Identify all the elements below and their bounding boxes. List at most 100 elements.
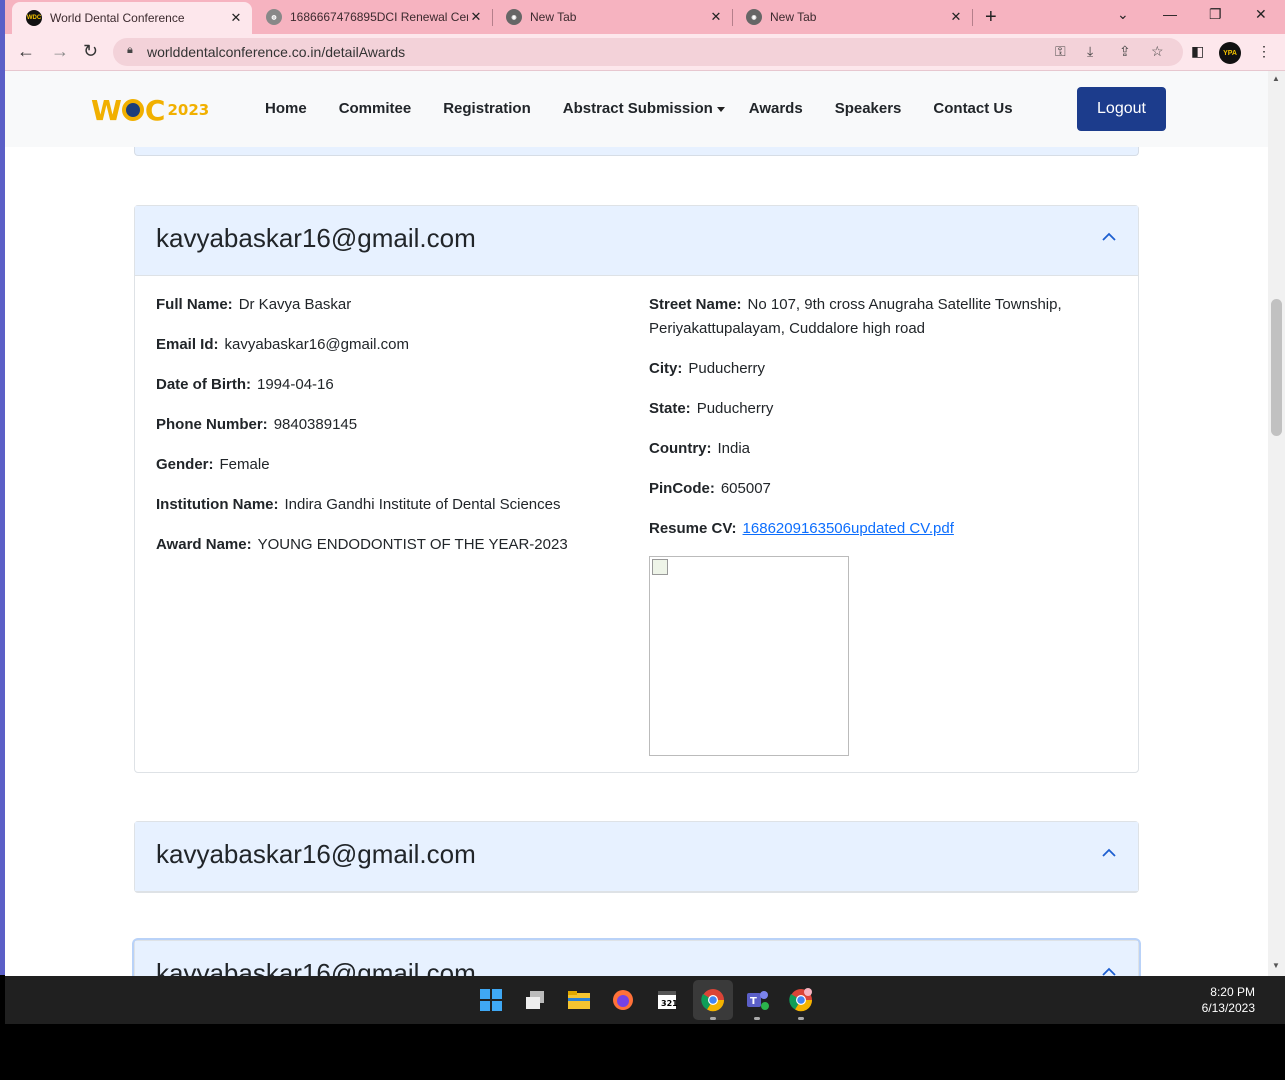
logo-year: 2023 (167, 101, 210, 119)
tab-title: New Tab (770, 10, 817, 24)
award-entry-card: kavyabaskar16@gmail.com (134, 821, 1139, 893)
bookmark-star-icon[interactable]: ☆ (1151, 43, 1164, 60)
scroll-down-arrow-icon[interactable]: ▼ (1272, 961, 1280, 970)
pincode-field: PinCode: 605007 (649, 477, 771, 501)
svg-text:T: T (750, 996, 757, 1007)
windows-start-icon[interactable] (478, 987, 504, 1013)
key-icon[interactable]: ⚿ (1055, 43, 1066, 60)
profile-avatar[interactable]: YPA (1219, 42, 1241, 64)
scroll-up-arrow-icon[interactable]: ▲ (1272, 74, 1280, 83)
chevron-up-icon[interactable] (1102, 230, 1116, 244)
firefox-icon[interactable] (610, 987, 636, 1013)
tab-search-chevron-icon[interactable]: ⌄ (1117, 6, 1129, 23)
tab-title: 1686667476895DCI Renewal Cer (290, 10, 468, 24)
nav-registration[interactable]: Registration (443, 100, 531, 117)
field-value: India (717, 440, 751, 457)
chrome-icon[interactable] (788, 987, 814, 1013)
email-id-field: Email Id: kavyabaskar16@gmail.com (156, 333, 409, 357)
new-tab-plus-icon[interactable]: + (985, 6, 997, 29)
award-name-field: Award Name: YOUNG ENDODONTIST OF THE YEAR… (156, 533, 568, 557)
field-value: 1994-04-16 (257, 376, 334, 393)
logout-button[interactable]: Logout (1077, 87, 1166, 131)
close-icon[interactable]: ✕ (228, 10, 244, 26)
install-icon[interactable]: ⤓ (1087, 43, 1093, 60)
field-label: Institution Name: (156, 496, 279, 513)
accordion-header[interactable]: kavyabaskar16@gmail.com (135, 206, 1138, 276)
window-close-icon[interactable]: ✕ (1255, 6, 1267, 23)
back-arrow-icon[interactable]: ← (17, 41, 35, 62)
field-label: City: (649, 360, 683, 377)
close-icon[interactable]: ✕ (468, 9, 484, 25)
city-field: City: Puducherry (649, 357, 765, 381)
field-label: Award Name: (156, 536, 252, 553)
windows-taskbar: 321 T 8:20 PM 6/13/2023 (5, 976, 1285, 1024)
chrome-icon: ◉ (746, 9, 762, 25)
dropdown-caret-icon (716, 106, 725, 112)
tab-dci-renewal[interactable]: ◍ 1686667476895DCI Renewal Cer ✕ (252, 0, 492, 34)
task-view-icon[interactable] (522, 987, 548, 1013)
main-nav: Home Commitee Registration Abstract Subm… (265, 100, 1045, 117)
side-panel-icon[interactable]: ◧ (1191, 43, 1204, 60)
nav-abstract-submission[interactable]: Abstract Submission (563, 100, 725, 117)
field-label: Phone Number: (156, 416, 268, 433)
resume-cv-link[interactable]: 1686209163506updated CV.pdf (743, 520, 954, 537)
nav-speakers[interactable]: Speakers (835, 100, 902, 117)
system-clock[interactable]: 8:20 PM 6/13/2023 (1202, 984, 1255, 1016)
award-entry-card: kavyabaskar16@gmail.com (134, 940, 1139, 976)
forward-arrow-icon[interactable]: → (51, 41, 69, 62)
entry-email: kavyabaskar16@gmail.com (156, 223, 476, 253)
chevron-up-icon[interactable] (1102, 846, 1116, 860)
field-label: State: (649, 400, 691, 417)
close-icon[interactable]: ✕ (708, 9, 724, 25)
field-label: PinCode: (649, 480, 715, 497)
field-value: 605007 (720, 480, 771, 497)
nav-home[interactable]: Home (265, 100, 307, 117)
minimize-icon[interactable]: — (1163, 6, 1177, 22)
page-scrollbar[interactable]: ▲ ▼ (1268, 71, 1285, 976)
resume-cv-field: Resume CV: 1686209163506updated CV.pdf (649, 517, 954, 541)
reload-icon[interactable]: ↻ (83, 41, 98, 62)
profile-badge-text: YPA (1223, 49, 1237, 57)
scrollbar-thumb[interactable] (1271, 299, 1282, 436)
field-value: 9840389145 (273, 416, 358, 433)
globe-logo-icon (121, 99, 144, 121)
award-entry-card: kavyabaskar16@gmail.com Full Name: Dr Kav… (134, 205, 1139, 773)
nav-contact-us[interactable]: Contact Us (933, 100, 1012, 117)
country-field: Country: India (649, 437, 750, 461)
field-value: Indira Gandhi Institute of Dental Scienc… (284, 496, 561, 513)
site-navbar: WC 2023 Home Commitee Registration Abstr… (5, 71, 1268, 147)
applicant-photo (649, 556, 849, 756)
file-explorer-icon[interactable] (566, 987, 592, 1013)
clock-time: 8:20 PM (1210, 985, 1255, 999)
close-icon[interactable]: ✕ (948, 9, 964, 25)
wdc-favicon-icon: WDC (26, 10, 42, 26)
address-bar[interactable]: 🔒︎ worlddentalconference.co.in/detailAwa… (113, 38, 1183, 66)
field-value-line2: Periyakattupalayam, Cuddalore high road (649, 320, 925, 337)
tab-world-dental-conference[interactable]: WDC World Dental Conference ✕ (12, 2, 252, 34)
teams-icon[interactable]: T (744, 987, 770, 1013)
lock-icon[interactable]: 🔒︎ (127, 44, 133, 57)
tab-strip: WDC World Dental Conference ✕ ◍ 16866674… (5, 0, 1285, 34)
tab-new-tab-2[interactable]: ◉ New Tab ✕ (732, 0, 972, 34)
state-field: State: Puducherry (649, 397, 773, 421)
accordion-header[interactable]: kavyabaskar16@gmail.com (135, 822, 1138, 892)
chevron-up-icon[interactable] (1102, 965, 1116, 976)
share-icon[interactable]: ⇪ (1119, 43, 1131, 60)
institution-name-field: Institution Name: Indira Gandhi Institute… (156, 493, 561, 517)
field-label: Country: (649, 440, 712, 457)
running-indicator (754, 1017, 760, 1020)
menu-kebab-icon[interactable]: ⋮ (1257, 43, 1271, 60)
nav-commitee[interactable]: Commitee (339, 100, 412, 117)
nav-abstract-label: Abstract Submission (562, 100, 713, 117)
url-text[interactable]: worlddentalconference.co.in/detailAwards (147, 44, 405, 60)
desktop: WDC World Dental Conference ✕ ◍ 16866674… (0, 0, 1285, 1080)
chrome-profile-icon[interactable] (700, 987, 726, 1013)
restore-icon[interactable]: ❐ (1209, 6, 1222, 23)
clapperboard-app-icon[interactable]: 321 (654, 987, 680, 1013)
wdc-logo[interactable]: WC 2023 (91, 93, 209, 127)
accordion-header[interactable]: kavyabaskar16@gmail.com (135, 941, 1138, 976)
running-indicator (710, 1017, 716, 1020)
nav-awards[interactable]: Awards (749, 100, 803, 117)
tab-new-tab-1[interactable]: ◉ New Tab ✕ (492, 0, 732, 34)
field-label: Email Id: (156, 336, 219, 353)
